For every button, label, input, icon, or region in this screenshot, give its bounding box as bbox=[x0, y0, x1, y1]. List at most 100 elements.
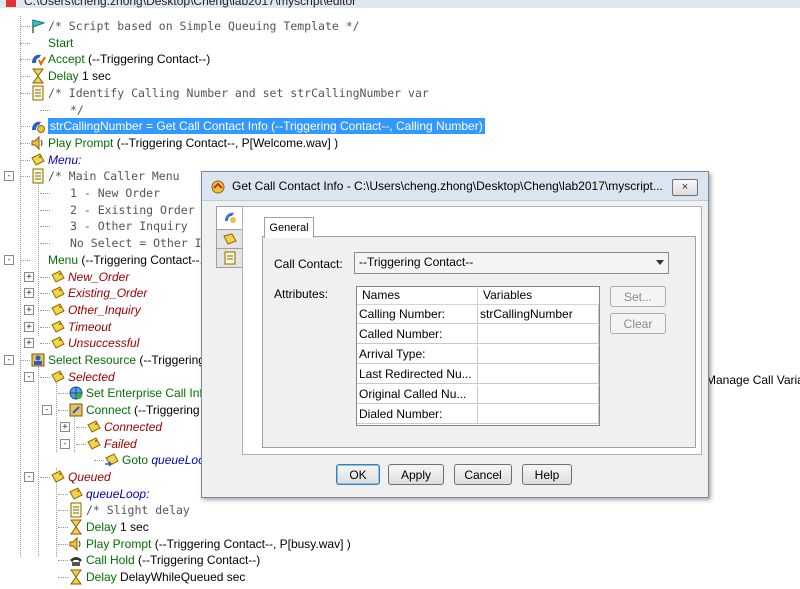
ok-button[interactable]: OK bbox=[336, 464, 380, 485]
expand-icon[interactable]: + bbox=[24, 271, 34, 282]
tree-step: Delay DelayWhileQueued sec bbox=[86, 569, 245, 585]
expand-icon[interactable]: + bbox=[60, 421, 70, 432]
cancel-button[interactable]: Cancel bbox=[454, 464, 512, 485]
tree-label: Connected bbox=[104, 419, 163, 434]
tree-step: Connect (--Triggering C bbox=[86, 402, 212, 418]
call-contact-label: Call Contact: bbox=[274, 257, 343, 271]
side-text-manage-call-variable: Manage Call Variable bbox=[706, 373, 800, 387]
label-icon bbox=[30, 152, 46, 168]
accept-icon bbox=[30, 51, 46, 67]
label-icon bbox=[50, 335, 66, 351]
tree-step: Play Prompt (--Triggering Contact--, P[b… bbox=[86, 536, 351, 552]
globe-icon bbox=[68, 385, 84, 401]
expand-icon[interactable]: + bbox=[24, 288, 34, 299]
window-titlebar: C:\Users\cheng.zhong\Desktop\Cheng\lab20… bbox=[0, 0, 800, 8]
step-name: Delay bbox=[86, 570, 117, 585]
grid-cell-name[interactable]: Dialed Number: bbox=[357, 405, 478, 424]
grid-cell-variable[interactable] bbox=[478, 345, 599, 364]
grid-header-variables: Variables bbox=[483, 288, 533, 302]
tree-label: Unsuccessful bbox=[68, 336, 140, 351]
grid-cell-variable[interactable] bbox=[478, 325, 599, 344]
tree-comment: 2 - Existing Order bbox=[70, 202, 195, 217]
attributes-grid[interactable]: Names Variables Calling Number: strCallin… bbox=[356, 286, 600, 426]
label-icon bbox=[86, 419, 102, 435]
tree-comment: 1 - New Order bbox=[70, 186, 161, 200]
tree-selected-step: strCallingNumber = Get Call Contact Info… bbox=[48, 118, 485, 135]
step-args: 1 sec bbox=[116, 520, 149, 534]
label-icon bbox=[223, 233, 237, 245]
tree-comment: /* Main Caller Menu bbox=[48, 169, 180, 184]
vertical-tabs bbox=[216, 206, 244, 268]
set-button[interactable]: Set... bbox=[610, 286, 666, 307]
help-button[interactable]: Help bbox=[522, 464, 572, 485]
tree-step: Call Hold (--Triggering Contact--) bbox=[86, 552, 260, 568]
get-call-contact-info-dialog: Get Call Contact Info - C:\Users\cheng.z… bbox=[201, 171, 709, 498]
hourglass-icon bbox=[68, 519, 84, 535]
step-name: Play Prompt bbox=[48, 135, 114, 150]
tree-step: Set Enterprise Call Info bbox=[86, 385, 209, 401]
vtab-general[interactable] bbox=[216, 206, 244, 230]
grid-cell-name[interactable]: Calling Number: bbox=[357, 305, 478, 324]
tree-label: Timeout bbox=[68, 319, 112, 334]
vtab-label[interactable] bbox=[216, 229, 244, 249]
tree-label: Selected bbox=[68, 369, 115, 384]
tree-step: Select Resource (--Triggering Co bbox=[48, 352, 224, 368]
label-icon bbox=[50, 285, 66, 301]
dialog-title: Get Call Contact Info - C:\Users\cheng.z… bbox=[232, 179, 663, 193]
grid-cell-variable[interactable] bbox=[478, 365, 599, 384]
tree-label: Failed bbox=[104, 436, 137, 451]
step-name: Set Enterprise Call Info bbox=[86, 386, 210, 401]
phone-icon bbox=[68, 552, 84, 568]
step-args: 1 sec bbox=[78, 69, 111, 84]
grid-cell-variable[interactable]: strCallingNumber bbox=[478, 305, 599, 324]
grid-cell-name[interactable]: Last Redirected Nu... bbox=[357, 365, 478, 384]
tree-step: Delay 1 sec bbox=[86, 519, 149, 535]
step-name: Delay bbox=[48, 69, 79, 84]
grid-cell-name[interactable]: Called Number: bbox=[357, 325, 478, 344]
collapse-icon[interactable]: - bbox=[60, 438, 70, 449]
collapse-icon[interactable]: - bbox=[4, 171, 14, 182]
chevron-down-icon bbox=[656, 260, 664, 265]
apply-button[interactable]: Apply bbox=[388, 464, 444, 485]
tree-label: Other_Inquiry bbox=[68, 302, 141, 317]
grid-cell-name[interactable]: Arrival Type: bbox=[357, 345, 478, 364]
grid-cell-name[interactable]: Original Called Nu... bbox=[357, 385, 478, 404]
label-icon bbox=[50, 319, 66, 335]
collapse-icon[interactable]: - bbox=[4, 355, 14, 365]
tree-comment: No Select = Other I bbox=[70, 236, 202, 251]
grid-header-names: Names bbox=[362, 288, 401, 302]
get-info-icon bbox=[225, 212, 236, 223]
collapse-icon[interactable]: - bbox=[42, 405, 52, 416]
step-args: (--Triggering Contact--, P[busy.wav] ) bbox=[151, 536, 351, 551]
hourglass-icon bbox=[30, 68, 46, 84]
tree-label: Menu: bbox=[48, 152, 82, 167]
step-name: Menu bbox=[48, 252, 79, 267]
step-name: Connect bbox=[86, 403, 131, 418]
tab-general[interactable]: General bbox=[264, 217, 314, 238]
label-icon bbox=[50, 369, 66, 385]
label-icon bbox=[50, 469, 66, 485]
collapse-icon[interactable]: - bbox=[4, 254, 14, 265]
tree-comment: 3 - Other Inquiry bbox=[70, 219, 188, 234]
call-contact-select[interactable]: --Triggering Contact-- bbox=[354, 252, 669, 274]
expand-icon[interactable]: + bbox=[24, 304, 34, 315]
label-icon bbox=[86, 436, 102, 452]
resource-icon bbox=[30, 352, 46, 368]
grid-cell-variable[interactable] bbox=[478, 405, 599, 424]
clear-button[interactable]: Clear bbox=[610, 313, 666, 334]
get-info-icon bbox=[211, 180, 225, 194]
step-name: Start bbox=[48, 35, 74, 50]
dialog-close-button[interactable]: × bbox=[672, 179, 698, 196]
collapse-icon[interactable]: - bbox=[24, 371, 34, 382]
comment-icon bbox=[30, 168, 46, 184]
grid-cell-variable[interactable] bbox=[478, 385, 599, 404]
tree-label: Existing_Order bbox=[68, 286, 148, 301]
expand-icon[interactable]: + bbox=[24, 321, 34, 332]
step-name: Goto bbox=[122, 453, 149, 468]
collapse-icon[interactable]: - bbox=[24, 471, 34, 482]
speaker-icon bbox=[68, 536, 84, 552]
comment-icon bbox=[30, 85, 46, 101]
expand-icon[interactable]: + bbox=[24, 338, 34, 349]
step-args: (--Triggering C bbox=[130, 403, 212, 418]
vtab-comment[interactable] bbox=[216, 248, 244, 268]
